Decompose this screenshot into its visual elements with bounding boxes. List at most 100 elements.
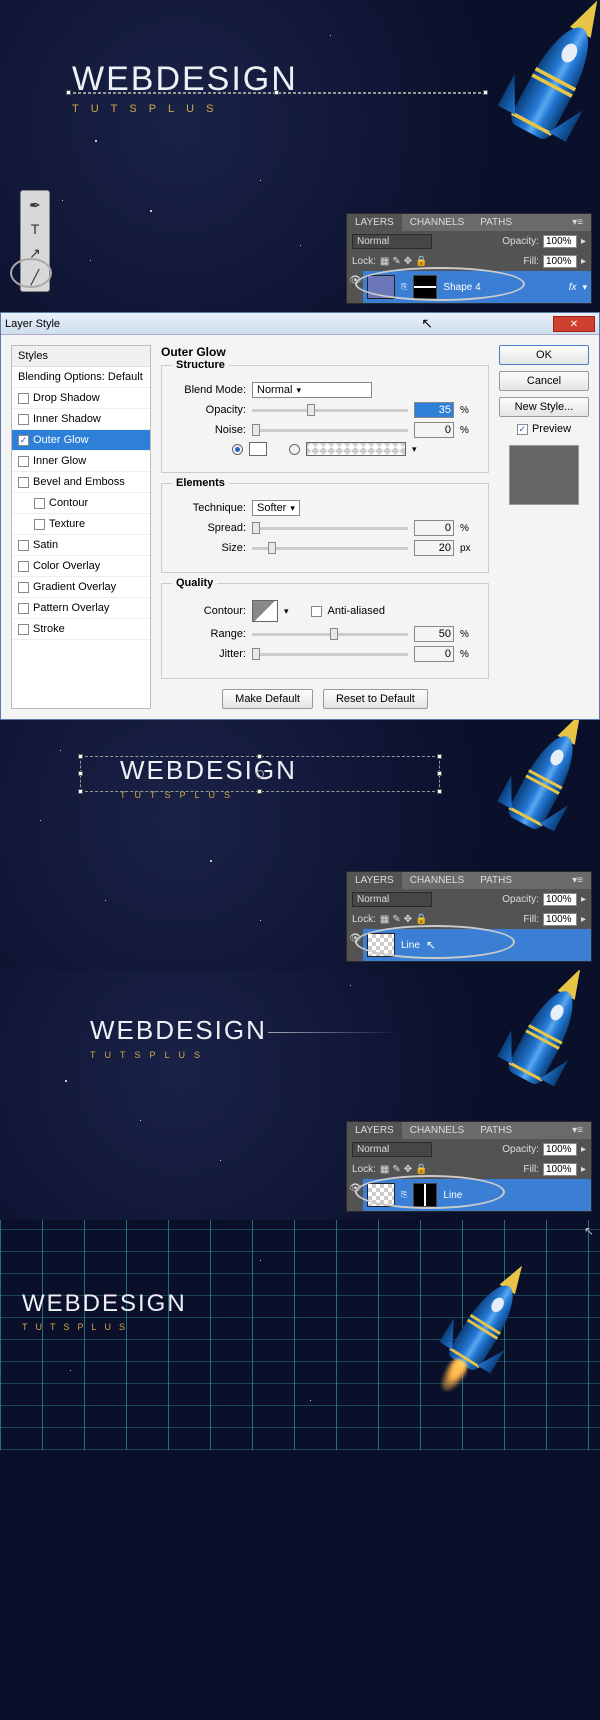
layer-thumbnail[interactable]	[367, 933, 395, 957]
lock-pixels-icon[interactable]: ✎	[392, 1164, 400, 1175]
range-value-input[interactable]: 50	[414, 626, 454, 642]
panel-menu-icon[interactable]: ▾≡	[564, 214, 591, 231]
lock-transparency-icon[interactable]: ▦	[380, 256, 389, 267]
style-item-drop-shadow[interactable]: Drop Shadow	[12, 388, 150, 409]
tab-layers[interactable]: LAYERS	[347, 214, 402, 231]
style-item-gradient-overlay[interactable]: Gradient Overlay	[12, 577, 150, 598]
opacity-flyout-icon[interactable]: ▸	[581, 236, 586, 247]
spread-slider[interactable]	[252, 527, 408, 530]
opacity-slider[interactable]	[252, 409, 408, 412]
layer-name[interactable]: Shape 4	[443, 282, 480, 293]
contour-picker[interactable]	[252, 600, 278, 622]
layer-thumbnail[interactable]	[367, 1183, 395, 1207]
style-item-inner-glow[interactable]: Inner Glow	[12, 451, 150, 472]
layer-thumbnail[interactable]	[367, 275, 395, 299]
lock-all-icon[interactable]: 🔒	[415, 256, 427, 267]
style-list[interactable]: Styles Blending Options: Default Drop Sh…	[11, 345, 151, 709]
transform-box[interactable]	[80, 756, 440, 792]
size-slider[interactable]	[252, 547, 408, 550]
layers-panel[interactable]: LAYERS CHANNELS PATHS ▾≡ Normal Opacity:…	[346, 213, 592, 304]
layers-panel[interactable]: LAYERS CHANNELS PATHS ▾≡ Normal Opacity:…	[346, 871, 592, 962]
lock-transparency-icon[interactable]: ▦	[380, 914, 389, 925]
tab-layers[interactable]: LAYERS	[347, 1122, 402, 1139]
lock-all-icon[interactable]: 🔒	[415, 1164, 427, 1175]
range-slider[interactable]	[252, 633, 408, 636]
lock-position-icon[interactable]: ✥	[404, 914, 412, 925]
style-item-pattern-overlay[interactable]: Pattern Overlay	[12, 598, 150, 619]
fill-flyout-icon[interactable]: ▸	[581, 914, 586, 925]
glow-gradient-swatch[interactable]	[306, 442, 406, 456]
blend-mode-select[interactable]: Normal	[352, 1142, 432, 1157]
opacity-flyout-icon[interactable]: ▸	[581, 1144, 586, 1155]
transform-center-icon[interactable]	[256, 770, 264, 778]
fill-flyout-icon[interactable]: ▸	[581, 1164, 586, 1175]
style-item-color-overlay[interactable]: Color Overlay	[12, 556, 150, 577]
lock-transparency-icon[interactable]: ▦	[380, 1164, 389, 1175]
style-item-texture[interactable]: Texture	[12, 514, 150, 535]
lock-position-icon[interactable]: ✥	[404, 256, 412, 267]
make-default-button[interactable]: Make Default	[222, 689, 313, 709]
type-tool-icon[interactable]: T	[23, 217, 47, 241]
pen-tool-icon[interactable]: ✒	[23, 193, 47, 217]
opacity-input[interactable]: 100%	[543, 1143, 577, 1156]
visibility-toggle-icon[interactable]: 👁	[347, 1179, 363, 1211]
panel-menu-icon[interactable]: ▾≡	[564, 1122, 591, 1139]
panel-menu-icon[interactable]: ▾≡	[564, 872, 591, 889]
tab-paths[interactable]: PATHS	[472, 214, 520, 231]
fx-expand-icon[interactable]: ▾	[582, 282, 587, 293]
style-item-bevel-emboss[interactable]: Bevel and Emboss	[12, 472, 150, 493]
gradient-dropdown-icon[interactable]: ▾	[412, 444, 417, 455]
reset-default-button[interactable]: Reset to Default	[323, 689, 428, 709]
jitter-value-input[interactable]: 0	[414, 646, 454, 662]
visibility-toggle-icon[interactable]: 👁	[347, 929, 363, 961]
tab-channels[interactable]: CHANNELS	[402, 872, 472, 889]
tab-layers[interactable]: LAYERS	[347, 872, 402, 889]
style-list-header[interactable]: Styles	[12, 346, 150, 367]
blend-mode-select[interactable]: Normal	[352, 234, 432, 249]
glow-color-swatch[interactable]	[249, 442, 267, 456]
technique-dropdown[interactable]: Softer	[252, 500, 300, 516]
fill-input[interactable]: 100%	[543, 255, 577, 268]
style-item-outer-glow[interactable]: ✓Outer Glow	[12, 430, 150, 451]
opacity-value-input[interactable]: 35	[414, 402, 454, 418]
style-item-contour[interactable]: Contour	[12, 493, 150, 514]
lock-all-icon[interactable]: 🔒	[415, 914, 427, 925]
jitter-slider[interactable]	[252, 653, 408, 656]
style-item-stroke[interactable]: Stroke	[12, 619, 150, 640]
lock-pixels-icon[interactable]: ✎	[392, 914, 400, 925]
layer-name[interactable]: Line	[443, 1190, 462, 1201]
tab-channels[interactable]: CHANNELS	[402, 1122, 472, 1139]
blend-mode-select[interactable]: Normal	[352, 892, 432, 907]
selection-line[interactable]	[68, 92, 486, 94]
blending-options-item[interactable]: Blending Options: Default	[12, 367, 150, 388]
color-radio[interactable]	[232, 444, 243, 455]
style-item-satin[interactable]: Satin	[12, 535, 150, 556]
visibility-toggle-icon[interactable]: 👁	[347, 271, 363, 303]
noise-value-input[interactable]: 0	[414, 422, 454, 438]
spread-value-input[interactable]: 0	[414, 520, 454, 536]
anti-aliased-checkbox[interactable]	[311, 606, 322, 617]
style-item-inner-shadow[interactable]: Inner Shadow	[12, 409, 150, 430]
opacity-input[interactable]: 100%	[543, 235, 577, 248]
lock-pixels-icon[interactable]: ✎	[392, 256, 400, 267]
size-value-input[interactable]: 20	[414, 540, 454, 556]
blend-mode-dropdown[interactable]: Normal	[252, 382, 372, 398]
layers-panel[interactable]: LAYERS CHANNELS PATHS ▾≡ Normal Opacity:…	[346, 1121, 592, 1212]
layer-fx-badge[interactable]: fx	[569, 282, 577, 293]
close-button[interactable]: ✕	[553, 316, 595, 332]
contour-dropdown-icon[interactable]: ▾	[284, 606, 289, 617]
tab-paths[interactable]: PATHS	[472, 872, 520, 889]
dialog-titlebar[interactable]: Layer Style ↖ ✕	[1, 313, 599, 335]
tab-channels[interactable]: CHANNELS	[402, 214, 472, 231]
tab-paths[interactable]: PATHS	[472, 1122, 520, 1139]
opacity-flyout-icon[interactable]: ▸	[581, 894, 586, 905]
opacity-input[interactable]: 100%	[543, 893, 577, 906]
preview-checkbox[interactable]: ✓	[517, 424, 528, 435]
ok-button[interactable]: OK	[499, 345, 589, 365]
layer-mask-thumbnail[interactable]	[413, 1183, 437, 1207]
layer-mask-thumbnail[interactable]	[413, 275, 437, 299]
fill-input[interactable]: 100%	[543, 913, 577, 926]
noise-slider[interactable]	[252, 429, 408, 432]
new-style-button[interactable]: New Style...	[499, 397, 589, 417]
fill-input[interactable]: 100%	[543, 1163, 577, 1176]
